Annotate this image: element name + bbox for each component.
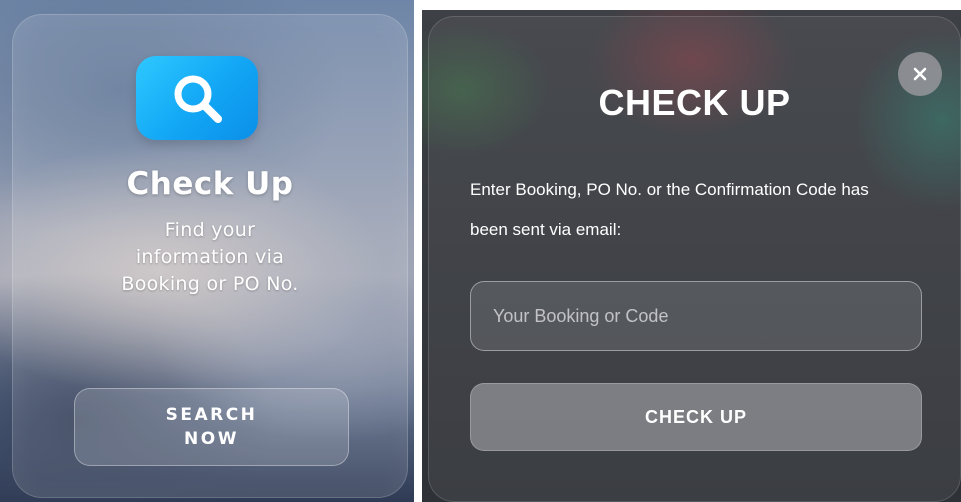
check-up-modal-panel: CHECK UP Enter Booking, PO No. or the Co… xyxy=(422,10,961,502)
card-title: Check Up xyxy=(126,166,294,202)
check-up-button[interactable]: CHECK UP xyxy=(470,383,922,451)
close-icon xyxy=(913,67,927,81)
check-up-card-panel: Check Up Find your information via Booki… xyxy=(0,0,414,502)
magnifier-icon xyxy=(174,75,222,123)
search-now-label-line-2: NOW xyxy=(184,429,239,449)
card-subtitle-line-3: Booking or PO No. xyxy=(121,273,299,295)
app-icon-tile xyxy=(136,56,258,140)
search-now-label-line-1: SEARCH xyxy=(165,405,258,425)
modal-description: Enter Booking, PO No. or the Confirmatio… xyxy=(470,170,910,250)
modal-description-line-1: Enter Booking, PO No. or the Confirmatio… xyxy=(470,180,869,199)
modal-title: CHECK UP xyxy=(598,82,791,123)
card-subtitle-line-1: Find your xyxy=(164,219,256,241)
search-now-button[interactable]: SEARCH NOW xyxy=(74,388,349,466)
check-up-button-label: CHECK UP xyxy=(644,406,747,427)
modal-description-line-2: been sent via email: xyxy=(470,220,622,239)
card-subtitle-line-2: information via xyxy=(135,246,285,268)
booking-code-input[interactable] xyxy=(470,281,922,351)
